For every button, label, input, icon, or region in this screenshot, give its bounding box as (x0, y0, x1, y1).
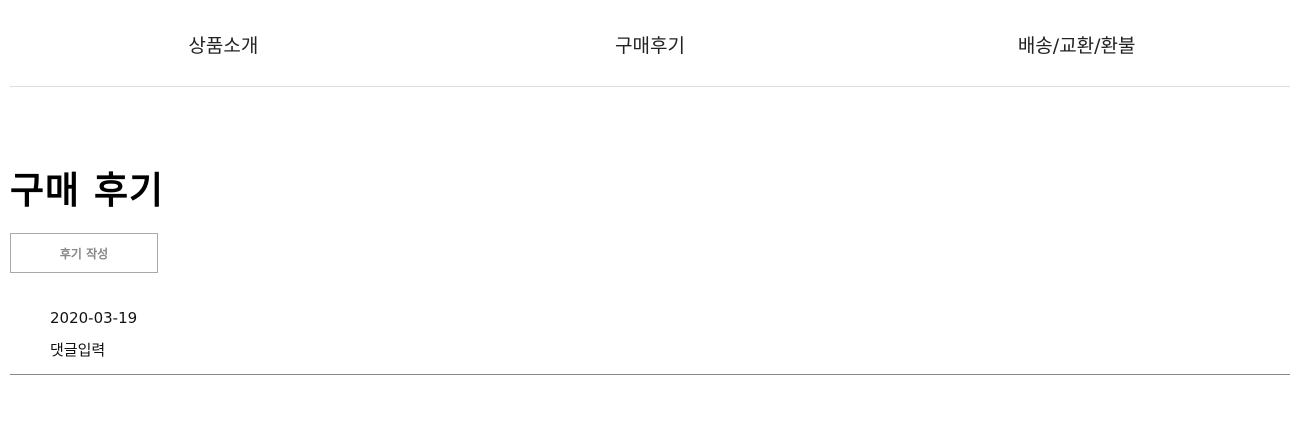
write-review-button[interactable]: 후기 작성 (10, 233, 158, 273)
tab-product-intro[interactable]: 상품소개 (10, 0, 437, 86)
review-date: 2020-03-19 (50, 309, 138, 327)
product-tab-bar: 상품소개 구매후기 배송/교환/환불 (10, 0, 1290, 87)
review-list: 2020-03-19 댓글입력 (10, 300, 1290, 375)
review-comment: 댓글입력 (50, 341, 106, 359)
tab-reviews[interactable]: 구매후기 (437, 0, 864, 86)
reviews-section-title: 구매 후기 (10, 169, 165, 212)
review-item: 2020-03-19 댓글입력 (10, 300, 1290, 375)
tab-shipping-exchange-refund[interactable]: 배송/교환/환불 (863, 0, 1290, 86)
